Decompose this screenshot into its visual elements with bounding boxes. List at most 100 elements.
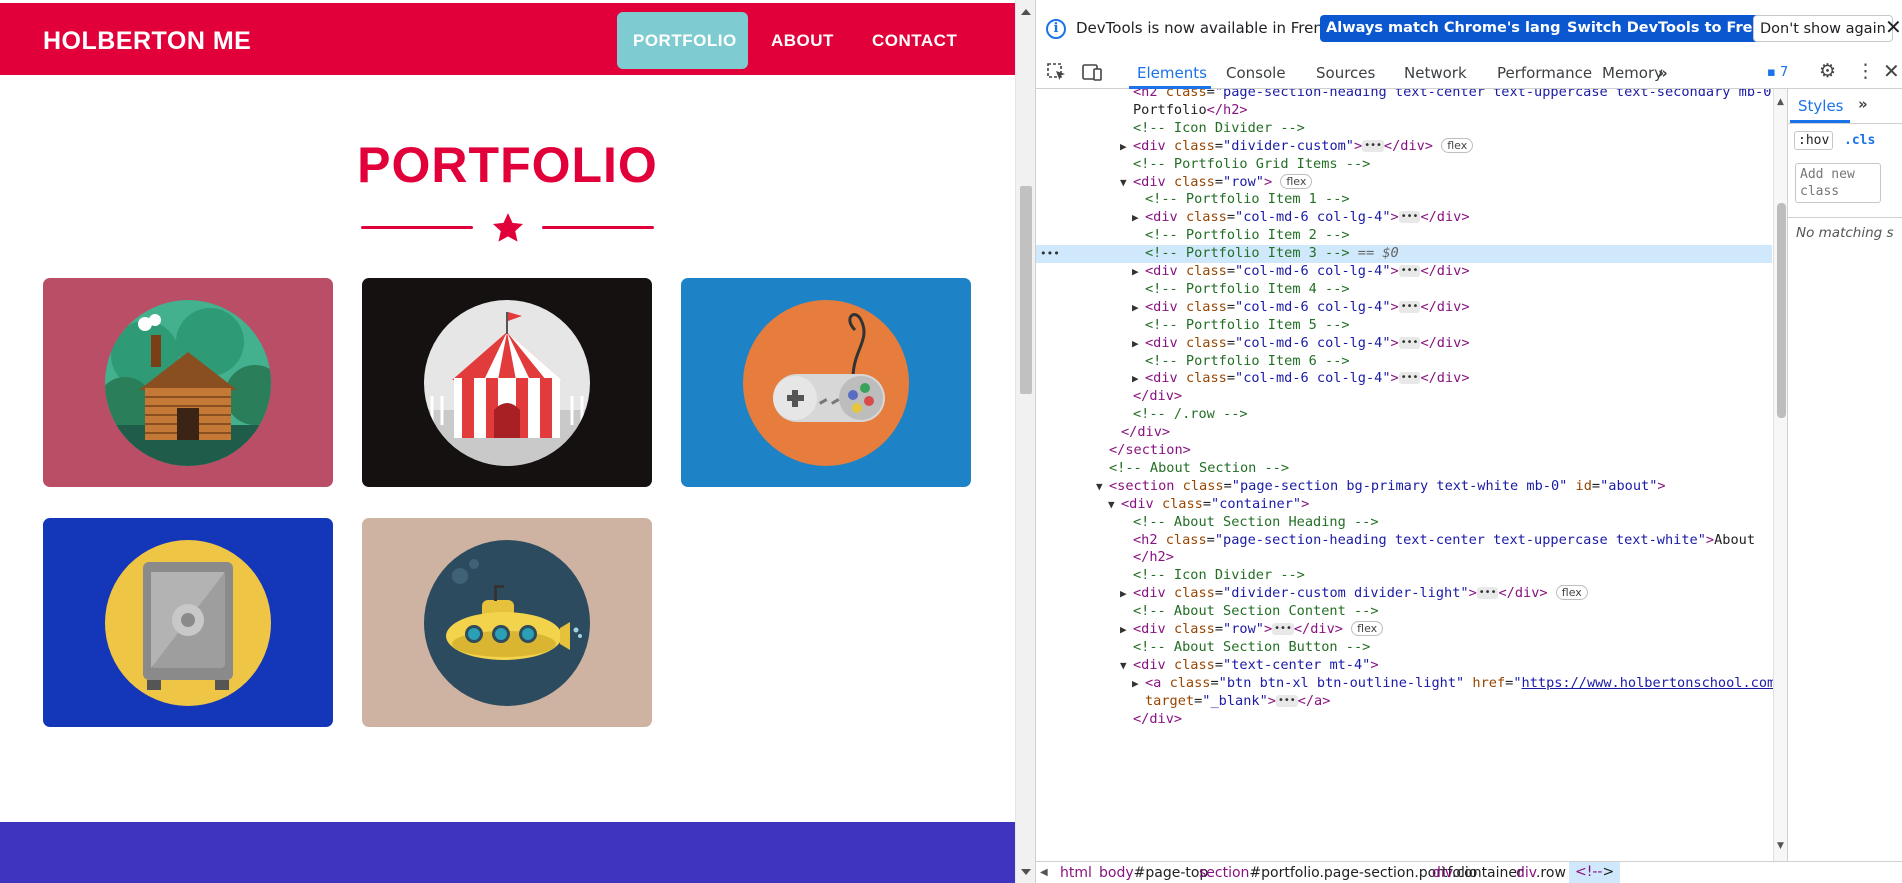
- breadcrumb-item[interactable]: <!-->: [1569, 862, 1621, 883]
- inspect-element-icon[interactable]: [1046, 62, 1068, 82]
- dom-tree-node[interactable]: ▼ <div class="row"> flex: [1036, 173, 1772, 192]
- dom-tree-node[interactable]: ▼ <div class="text-center mt-4">: [1036, 657, 1772, 675]
- breadcrumb-selector: >: [1602, 864, 1615, 880]
- dom-tree-node[interactable]: <!-- Icon Divider -->: [1036, 567, 1772, 585]
- dom-tree-node[interactable]: </section>: [1036, 442, 1772, 460]
- portfolio-item-circus[interactable]: [362, 278, 652, 487]
- collapse-triangle-icon[interactable]: ▼: [1120, 174, 1127, 192]
- brand-link[interactable]: HOLBERTON ME: [43, 27, 251, 56]
- dom-tree-node[interactable]: ▶ <div class="col-md-6 col-lg-4"> ••• </div…: [1036, 209, 1772, 227]
- dom-scroll-thumb[interactable]: [1777, 203, 1786, 418]
- node-actions-icon[interactable]: •••: [1040, 245, 1060, 263]
- dom-tree-node[interactable]: <!-- Portfolio Item 2 -->: [1036, 227, 1772, 245]
- dom-tree-node[interactable]: ▶ <div class="row"> ••• </div> flex: [1036, 621, 1772, 639]
- portfolio-item-safe[interactable]: [43, 518, 333, 727]
- expand-triangle-icon[interactable]: ▶: [1120, 138, 1127, 156]
- dom-node-markup: <div class="row"> flex: [1133, 173, 1313, 192]
- nav-link-about[interactable]: ABOUT: [755, 12, 850, 69]
- dom-tree-node[interactable]: target="_blank"> ••• </a>: [1036, 693, 1772, 711]
- breadcrumb-item[interactable]: div.container: [1432, 865, 1523, 881]
- dom-tree-node[interactable]: ▶ <div class="col-md-6 col-lg-4"> ••• </div…: [1036, 299, 1772, 317]
- dom-tree-node[interactable]: <h2 class="page-section-heading text-cen…: [1036, 532, 1772, 550]
- breadcrumb-tag: div: [1516, 865, 1536, 881]
- dom-tree-node[interactable]: ▼ <div class="container">: [1036, 496, 1772, 514]
- add-class-input[interactable]: Add new class: [1795, 163, 1881, 203]
- more-tabs-chevron-icon[interactable]: »: [1658, 64, 1668, 82]
- dom-tree-node[interactable]: ▶ <div class="col-md-6 col-lg-4"> ••• </div…: [1036, 263, 1772, 281]
- scroll-down-icon[interactable]: ▼: [1777, 841, 1784, 851]
- dom-tree-node[interactable]: </div>: [1036, 424, 1772, 442]
- scroll-down-arrow-icon[interactable]: [1021, 869, 1031, 875]
- portfolio-item-cabin[interactable]: [43, 278, 333, 487]
- collapse-triangle-icon[interactable]: ▼: [1120, 657, 1127, 675]
- dom-tree-node[interactable]: Portfolio</h2>: [1036, 102, 1772, 120]
- tab-elements[interactable]: Elements: [1137, 64, 1207, 82]
- portfolio-item-submarine[interactable]: [362, 518, 652, 727]
- expand-triangle-icon[interactable]: ▶: [1132, 335, 1139, 353]
- expand-triangle-icon[interactable]: ▶: [1132, 299, 1139, 317]
- dom-tree-node[interactable]: </h2>: [1036, 549, 1772, 567]
- site-scrollbar[interactable]: [1015, 0, 1035, 883]
- dom-tree-node[interactable]: </div>: [1036, 388, 1772, 406]
- collapse-triangle-icon[interactable]: ▼: [1096, 478, 1103, 496]
- dom-tree-node[interactable]: ▶ <div class="divider-custom divider-ligh…: [1036, 585, 1772, 603]
- expand-triangle-icon[interactable]: ▶: [1120, 585, 1127, 603]
- dom-tree-node[interactable]: <!-- /.row -->: [1036, 406, 1772, 424]
- dom-tree-node[interactable]: ▶ <a class="btn btn-xl btn-outline-light"…: [1036, 675, 1783, 693]
- dom-tree-node[interactable]: ••• <!-- Portfolio Item 3 --> == $0: [1036, 245, 1772, 263]
- dont-show-again-button[interactable]: Don't show again: [1753, 15, 1893, 42]
- site-scroll-thumb[interactable]: [1020, 186, 1032, 394]
- expand-triangle-icon[interactable]: ▶: [1132, 370, 1139, 388]
- breadcrumb-item[interactable]: div.row: [1516, 865, 1566, 881]
- nav-link-contact[interactable]: CONTACT: [856, 12, 973, 69]
- dom-tree-node[interactable]: <!-- About Section Button -->: [1036, 639, 1772, 657]
- hover-state-button[interactable]: :hov: [1794, 131, 1834, 150]
- close-devtools-icon[interactable]: ✕: [1883, 59, 1900, 83]
- dom-tree-node[interactable]: ▶ <div class="col-md-6 col-lg-4"> ••• </div…: [1036, 335, 1772, 353]
- dom-tree-node[interactable]: <h2 class="page-section-heading text-cen…: [1036, 89, 1783, 102]
- breadcrumb-item[interactable]: body#page-top: [1099, 865, 1208, 881]
- tab-console[interactable]: Console: [1226, 64, 1286, 82]
- more-options-icon[interactable]: ⋮: [1856, 60, 1875, 82]
- expand-triangle-icon[interactable]: ▶: [1132, 263, 1139, 281]
- tab-styles[interactable]: Styles: [1798, 97, 1844, 115]
- tab-network[interactable]: Network: [1404, 64, 1467, 82]
- dom-tree-node[interactable]: <!-- Portfolio Item 1 -->: [1036, 191, 1772, 209]
- dom-tree-node[interactable]: <!-- About Section Heading -->: [1036, 514, 1772, 532]
- nav-link-portfolio[interactable]: PORTFOLIO: [617, 12, 748, 69]
- dom-tree-node[interactable]: ▶ <div class="col-md-6 col-lg-4"> ••• </div…: [1036, 370, 1772, 388]
- star-icon: [492, 213, 524, 242]
- dom-tree-node[interactable]: <!-- Portfolio Item 4 -->: [1036, 281, 1772, 299]
- scroll-up-arrow-icon[interactable]: [1021, 9, 1031, 15]
- dom-node-markup: <!-- Portfolio Item 2 -->: [1145, 227, 1350, 244]
- dom-tree-node[interactable]: ▶ <div class="divider-custom"> ••• </div> f…: [1036, 137, 1772, 156]
- dom-tree-node[interactable]: <!-- Icon Divider -->: [1036, 120, 1772, 138]
- more-panes-chevron-icon[interactable]: »: [1858, 95, 1868, 113]
- expand-triangle-icon[interactable]: ▶: [1132, 675, 1139, 693]
- dom-tree-node[interactable]: <!-- About Section -->: [1036, 460, 1772, 478]
- device-toolbar-icon[interactable]: [1081, 62, 1103, 82]
- expand-triangle-icon[interactable]: ▶: [1132, 209, 1139, 227]
- scroll-up-icon[interactable]: ▲: [1777, 97, 1784, 107]
- tab-sources[interactable]: Sources: [1316, 64, 1375, 82]
- dom-node-markup: <div class="col-md-6 col-lg-4"> ••• </div>: [1145, 370, 1470, 387]
- class-toggle-button[interactable]: .cls: [1844, 133, 1875, 148]
- dom-tree-node[interactable]: <!-- Portfolio Item 5 -->: [1036, 317, 1772, 335]
- dom-tree-scrollbar[interactable]: ▲ ▼: [1773, 89, 1787, 861]
- tab-performance[interactable]: Performance: [1497, 64, 1592, 82]
- expand-triangle-icon[interactable]: ▶: [1120, 621, 1127, 639]
- gear-icon[interactable]: ⚙: [1819, 60, 1836, 82]
- close-icon[interactable]: ✕: [1885, 15, 1902, 39]
- dom-tree-node[interactable]: <!-- About Section Content -->: [1036, 603, 1772, 621]
- dom-node-markup: </div>: [1121, 424, 1171, 441]
- issues-badge[interactable]: ▪ 7: [1767, 65, 1788, 80]
- portfolio-item-game[interactable]: [681, 278, 971, 487]
- dom-tree-node[interactable]: ▼ <section class="page-section bg-primary…: [1036, 478, 1772, 496]
- dom-tree-node[interactable]: <!-- Portfolio Item 6 -->: [1036, 353, 1772, 371]
- breadcrumb-item[interactable]: html: [1060, 865, 1092, 881]
- dom-tree-node[interactable]: </div>: [1036, 711, 1772, 729]
- dom-tree-node[interactable]: <!-- Portfolio Grid Items -->: [1036, 156, 1772, 174]
- tab-memory[interactable]: Memory: [1602, 64, 1663, 82]
- breadcrumb-scroll-left-icon[interactable]: ◀: [1040, 867, 1048, 878]
- collapse-triangle-icon[interactable]: ▼: [1108, 496, 1115, 514]
